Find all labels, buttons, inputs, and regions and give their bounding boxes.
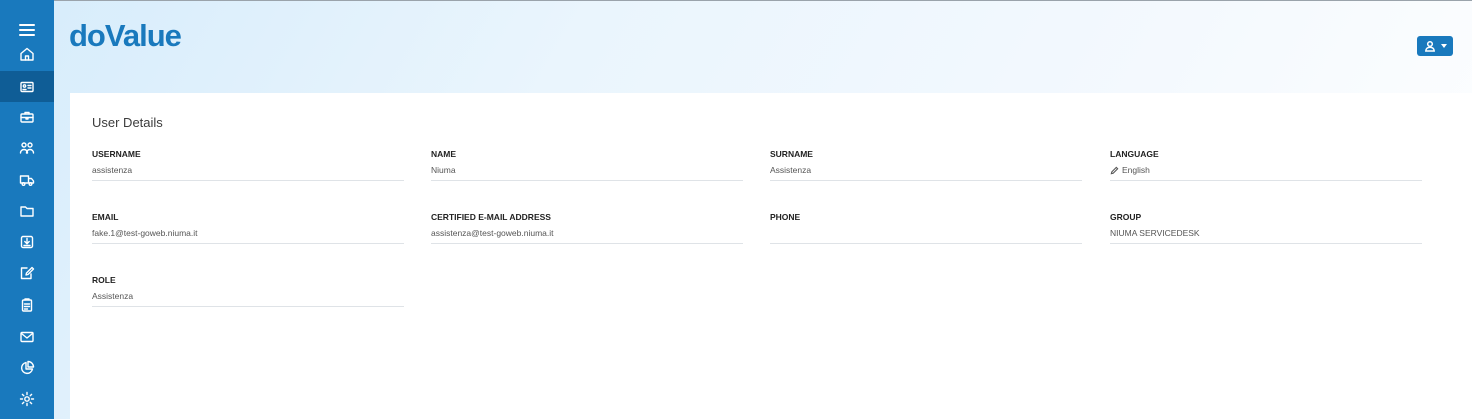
panel-title: User Details [92, 115, 163, 130]
field-label: LANGUAGE [1110, 149, 1159, 159]
user-details-panel: User Details USERNAME assistenza NAME Ni… [70, 93, 1472, 419]
field-label: USERNAME [92, 149, 141, 159]
field-phone: PHONE [770, 212, 1082, 244]
top-border [0, 0, 1472, 1]
field-username: USERNAME assistenza [92, 149, 404, 181]
field-label: SURNAME [770, 149, 813, 159]
field-label: EMAIL [92, 212, 119, 222]
sidebar [0, 0, 54, 419]
pencil-icon [1110, 166, 1119, 174]
field-value: NIUMA SERVICEDESK [1110, 228, 1200, 238]
field-role: ROLE Assistenza [92, 275, 404, 307]
edit-document-icon[interactable] [0, 257, 54, 288]
download-box-icon[interactable] [0, 226, 54, 257]
field-group: GROUP NIUMA SERVICEDESK [1110, 212, 1422, 244]
field-value: fake.1@test-goweb.niuma.it [92, 228, 198, 238]
gear-icon[interactable] [0, 383, 54, 414]
field-label: GROUP [1110, 212, 1142, 222]
field-value: Niuma [431, 165, 456, 175]
field-value: assistenza@test-goweb.niuma.it [431, 228, 554, 238]
briefcase-icon[interactable] [0, 101, 54, 132]
field-value: Assistenza [770, 165, 812, 175]
clipboard-icon[interactable] [0, 289, 54, 320]
field-name: NAME Niuma [431, 149, 743, 181]
field-value: assistenza [92, 165, 133, 175]
field-language: LANGUAGE English [1110, 149, 1422, 181]
mail-icon[interactable] [0, 321, 54, 352]
field-surname: SURNAME Assistenza [770, 149, 1082, 181]
field-label: CERTIFIED E-MAIL ADDRESS [431, 212, 551, 222]
dovalue-logo[interactable]: doValue [69, 18, 182, 54]
pie-chart-icon[interactable] [0, 352, 54, 383]
id-card-icon[interactable] [0, 71, 54, 102]
field-email: EMAIL fake.1@test-goweb.niuma.it [92, 212, 404, 244]
field-certified-email: CERTIFIED E-MAIL ADDRESS assistenza@test… [431, 212, 743, 244]
user-menu-button[interactable] [1417, 36, 1453, 56]
folder-icon[interactable] [0, 195, 54, 226]
field-label: NAME [431, 149, 457, 159]
home-icon[interactable] [0, 38, 54, 69]
field-label: PHONE [770, 212, 801, 222]
language-edit-link[interactable]: English [1110, 165, 1150, 175]
users-icon[interactable] [0, 132, 54, 163]
field-value: Assistenza [92, 291, 134, 301]
user-icon [1424, 40, 1435, 52]
chevron-down-icon [1440, 44, 1447, 48]
field-label: ROLE [92, 275, 116, 285]
truck-icon[interactable] [0, 164, 54, 195]
